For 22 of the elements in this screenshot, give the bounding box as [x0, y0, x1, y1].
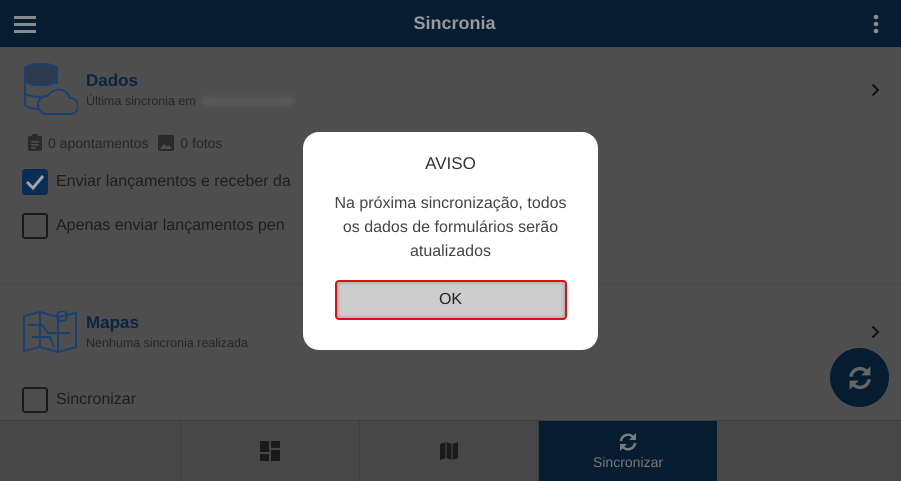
- image-icon: [158, 134, 174, 150]
- more-icon[interactable]: [873, 14, 879, 34]
- chevron-right-icon[interactable]: [871, 325, 880, 339]
- checkbox[interactable]: [22, 387, 48, 413]
- menu-icon[interactable]: [14, 14, 36, 32]
- chevron-right-icon[interactable]: [871, 83, 880, 97]
- dashboard-icon: [260, 441, 280, 461]
- section-title: Dados: [86, 70, 139, 90]
- dialog-message: Na próxima sincronização, todos os dados de formulários serão atualizados: [333, 194, 568, 262]
- checkbox[interactable]: [22, 213, 48, 239]
- sync-icon: [618, 432, 638, 450]
- app-bar-title: Sincronia: [412, 13, 497, 34]
- dialog-title: AVISO: [425, 154, 476, 174]
- nav-tab[interactable]: Sincronizar: [538, 421, 717, 481]
- map-icon: [22, 311, 78, 353]
- clipboard-icon: [28, 134, 42, 151]
- ok-button[interactable]: OK: [334, 280, 566, 320]
- database-cloud-icon: [22, 62, 78, 118]
- checkbox[interactable]: [22, 169, 48, 195]
- sync-icon: [846, 366, 872, 390]
- map-icon: [440, 442, 458, 460]
- section-title: Mapas: [86, 312, 140, 332]
